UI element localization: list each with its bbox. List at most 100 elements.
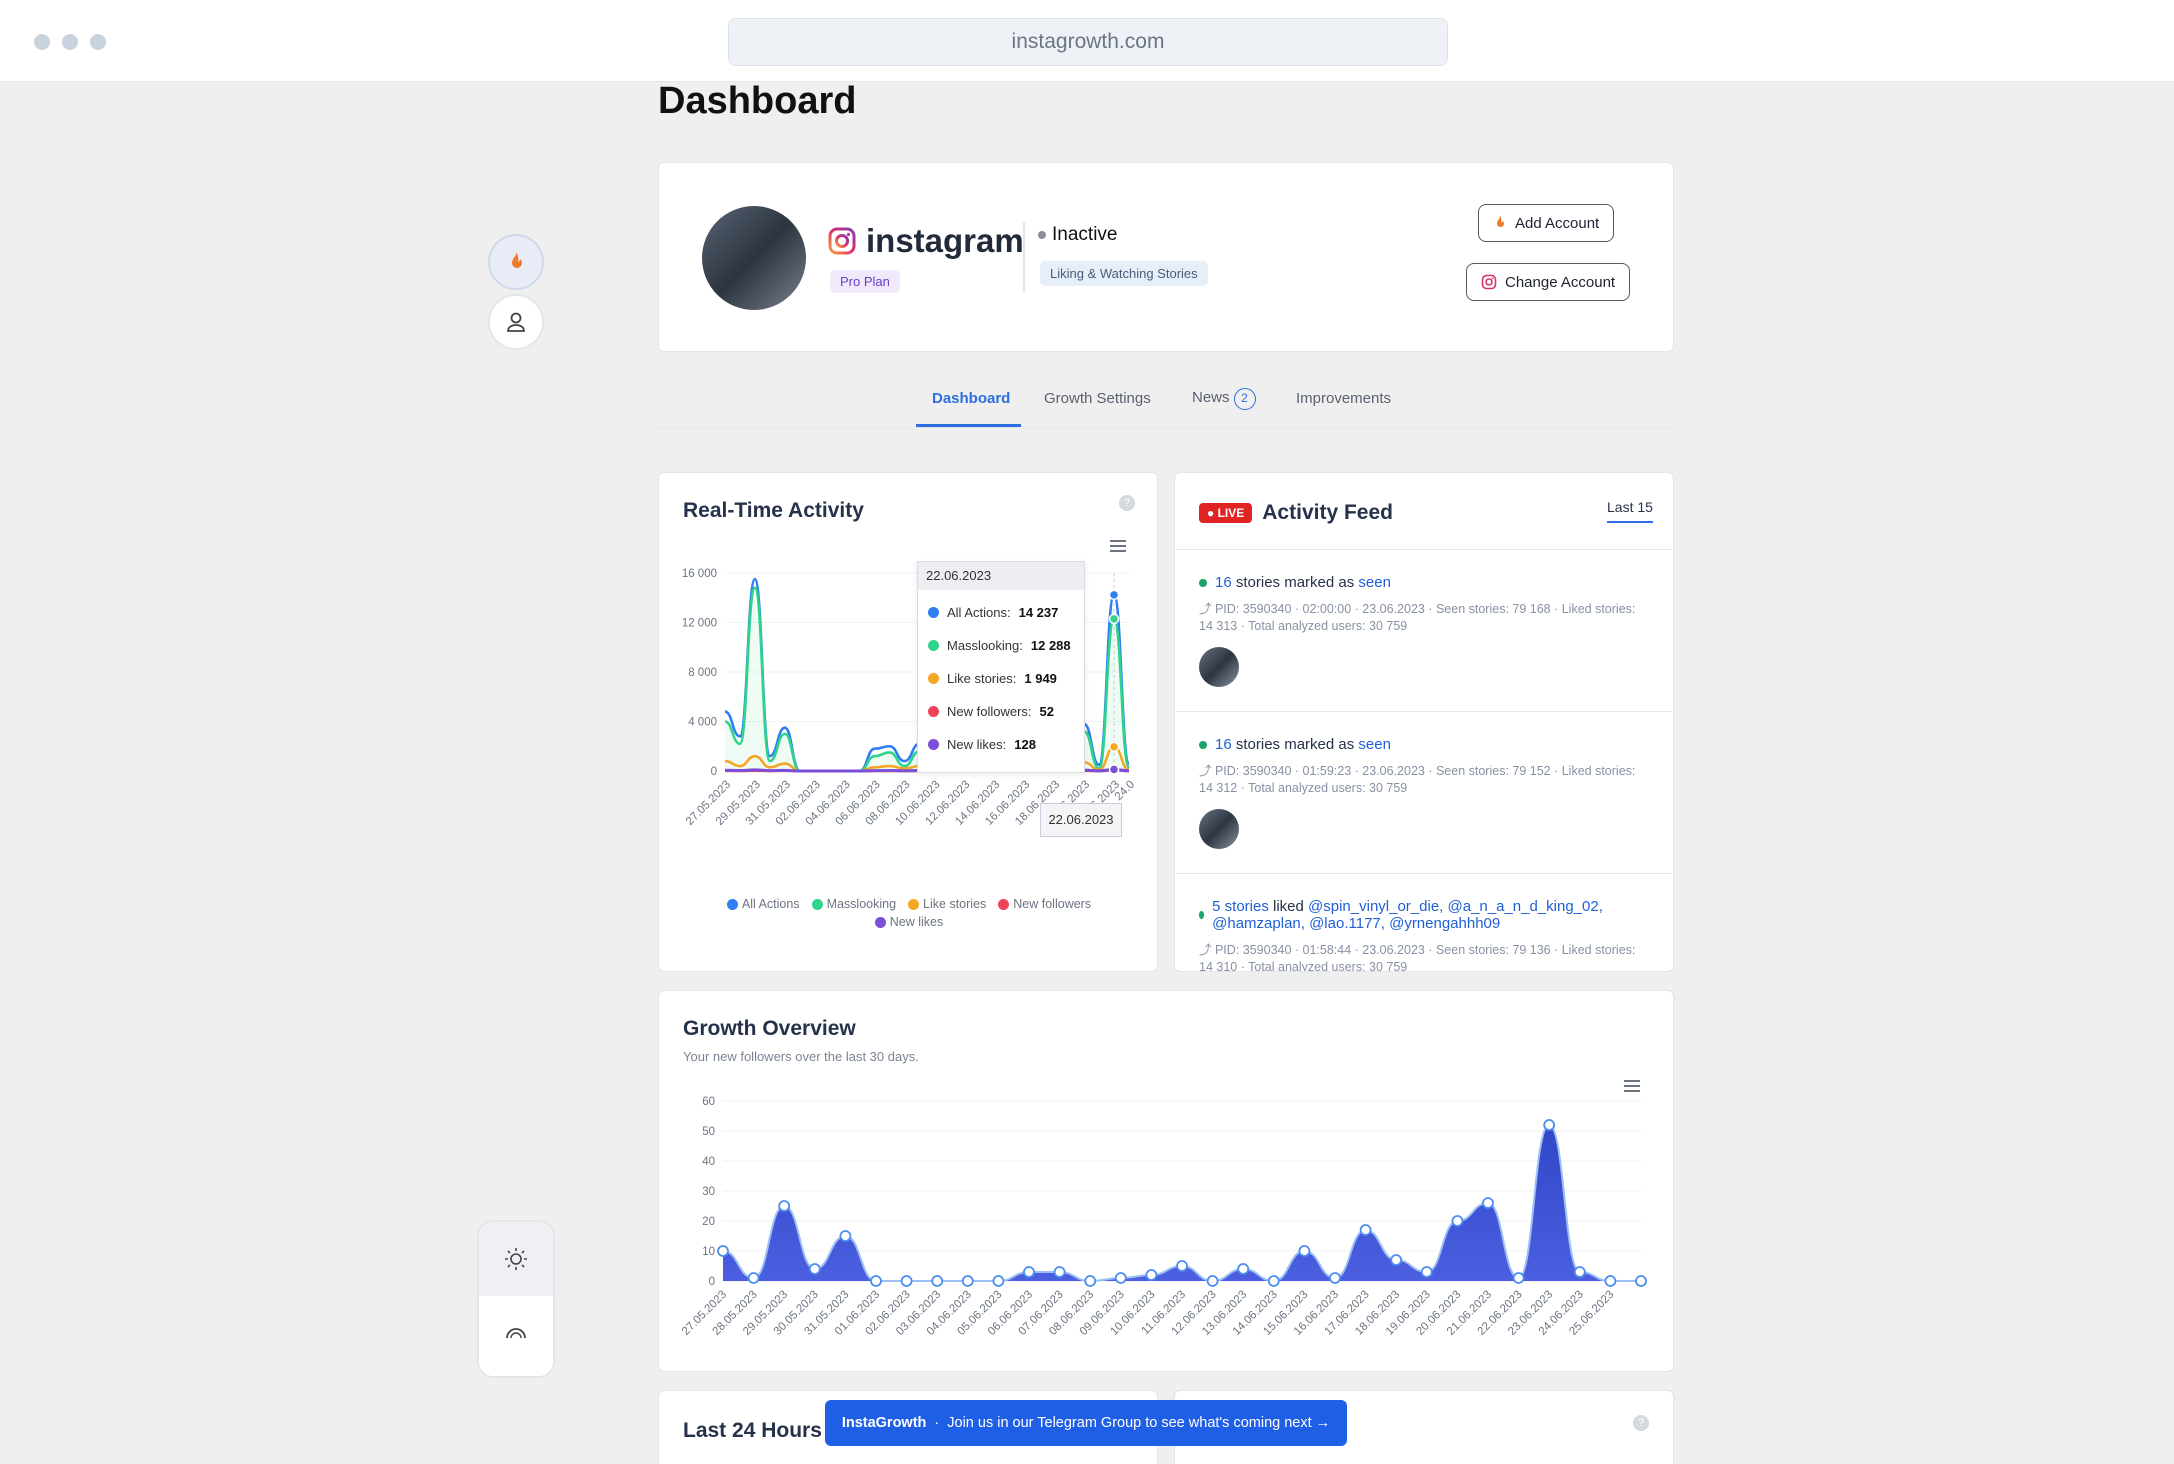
tab-growth-settings[interactable]: Growth Settings [1044,390,1151,407]
tab-news[interactable]: News 2 [1192,388,1256,410]
x-hover-label: 22.06.2023 [1040,803,1122,837]
feed-count: 5 stories [1212,898,1269,915]
mode-badge: Liking & Watching Stories [1040,261,1208,286]
feed-item[interactable]: 16 stories marked as seen ⤴ PID: 3590340 … [1175,712,1673,874]
change-account-button[interactable]: Change Account [1466,263,1631,301]
light-theme-button[interactable] [479,1222,553,1296]
series-dot [928,706,939,717]
legend-item[interactable]: New followers [998,897,1091,911]
y-tick-label: 30 [702,1186,715,1198]
data-point [931,1275,944,1287]
realtime-activity-card: Real-Time Activity ? 0 4 000 8 000 12 000 16… [658,472,1158,972]
tooltip-row: Masslooking: 12 288 [928,629,1084,662]
growth-title: Growth Overview [683,1017,856,1040]
y-tick-label: 50 [702,1126,715,1138]
fire-nav-button[interactable] [488,234,544,290]
help-icon[interactable]: ? [1119,495,1135,511]
moon-icon [506,1328,526,1339]
status-dot [1199,911,1205,919]
feed-header: ● LIVE Activity Feed [1199,501,1393,525]
y-tick-label: 0 [709,1276,715,1288]
data-point [1482,1197,1494,1209]
feed-verb: stories marked as [1231,736,1359,753]
growth-subtitle: Your new followers over the last 30 days… [683,1049,919,1064]
legend-item[interactable]: Like stories [908,897,986,911]
legend-item[interactable]: Masslooking [811,897,896,911]
feed-count: 16 [1215,574,1232,591]
address-bar[interactable]: instagrowth.com [728,18,1448,66]
feed-verb: stories marked as [1231,574,1359,591]
y-tick-label: 10 [702,1246,715,1258]
add-account-label: Add Account [1515,214,1600,232]
feed-action[interactable]: seen [1358,736,1391,753]
chart-menu-icon[interactable] [1109,539,1127,553]
tooltip-row: New likes: 128 [928,728,1084,761]
feed-action[interactable]: seen [1358,574,1391,591]
feed-title: Activity Feed [1262,501,1393,524]
data-point [717,1245,729,1257]
chart-tooltip: 22.06.2023 All Actions: 14 237 Masslooking… [917,561,1085,773]
data-point [992,1275,1005,1287]
legend-item[interactable]: All Actions [726,897,800,911]
window-dot[interactable] [90,34,106,50]
window-dot[interactable] [34,34,50,50]
y-tick-label: 60 [702,1096,715,1108]
data-point [747,1272,760,1284]
tooltip-value: 14 237 [1018,605,1059,620]
growth-overview-card: Growth Overview Your new followers over … [658,990,1674,1372]
feed-text: 16 stories marked as seen [1215,736,1391,753]
legend-label: New followers [1013,897,1092,911]
tab-improvements[interactable]: Improvements [1296,390,1391,407]
activity-feed-card: ● LIVE Activity Feed Last 15 16 stories … [1174,472,1674,972]
legend-item[interactable]: New likes [874,915,944,929]
profile-nav-button[interactable] [488,294,544,350]
banner-brand: InstaGrowth [841,1415,927,1431]
data-point [1145,1269,1158,1281]
tooltip-rows: All Actions: 14 237 Masslooking: 12 288 Like… [918,590,1084,761]
data-point [1206,1275,1219,1287]
account-name-text: instagram [866,222,1024,259]
growth-chart[interactable]: 010203040506027.05.202328.05.202329.05.2… [659,1091,1675,1371]
data-point [900,1275,913,1287]
feed-text: 16 stories marked as seen [1215,574,1391,591]
change-account-label: Change Account [1505,273,1616,291]
feed-headline: 5 stories liked @spin_vinyl_or_die, @a_n… [1199,898,1651,932]
legend-label: New likes [889,915,944,929]
legend-dot [874,916,886,928]
tooltip-label: Masslooking: [947,638,1023,653]
feed-meta: ⤴ PID: 3590340 · 01:58:44 · 23.06.2023 ·… [1199,943,1636,972]
telegram-banner[interactable]: InstaGrowth · Join us in our Telegram Gr… [825,1400,1347,1446]
hover-marker [1108,764,1120,775]
series-dot [928,607,939,618]
chart-legend: All Actions Masslooking Like stories New fo… [659,897,1159,929]
help-icon[interactable]: ? [1633,1415,1649,1431]
window-dot[interactable] [62,34,78,50]
feed-filter[interactable]: Last 15 [1607,499,1653,523]
data-point [1604,1275,1617,1287]
y-tick-label: 4 000 [688,717,717,729]
y-tick-label: 8 000 [688,667,717,679]
tab-dashboard[interactable]: Dashboard [932,390,1010,407]
status-dot [1199,740,1207,749]
hover-marker [1108,589,1120,601]
feed-item[interactable]: 16 stories marked as seen ⤴ PID: 3590340 … [1175,550,1673,712]
data-point [1635,1275,1647,1287]
tooltip-date: 22.06.2023 [918,562,1084,590]
banner-text: Join us in our Telegram Group to see wha… [947,1415,1331,1431]
feed-meta: ⤴ PID: 3590340 · 01:59:23 · 23.06.2023 ·… [1199,764,1636,795]
data-point [1329,1272,1341,1284]
last-24-hours-title: Last 24 Hours [683,1419,822,1442]
fire-icon [512,252,522,268]
add-account-button[interactable]: Add Account [1478,204,1615,242]
data-point [1237,1263,1250,1275]
feed-verb: liked [1268,898,1309,915]
plan-badge: Pro Plan [830,270,900,293]
data-point [839,1230,852,1242]
feed-item[interactable]: 5 stories liked @spin_vinyl_or_die, @a_n… [1175,874,1673,972]
data-point [808,1263,821,1275]
live-label: LIVE [1217,506,1245,520]
dark-theme-button[interactable] [479,1296,553,1370]
data-point [1298,1245,1311,1257]
data-point [1084,1275,1097,1287]
series-dot [928,739,939,750]
